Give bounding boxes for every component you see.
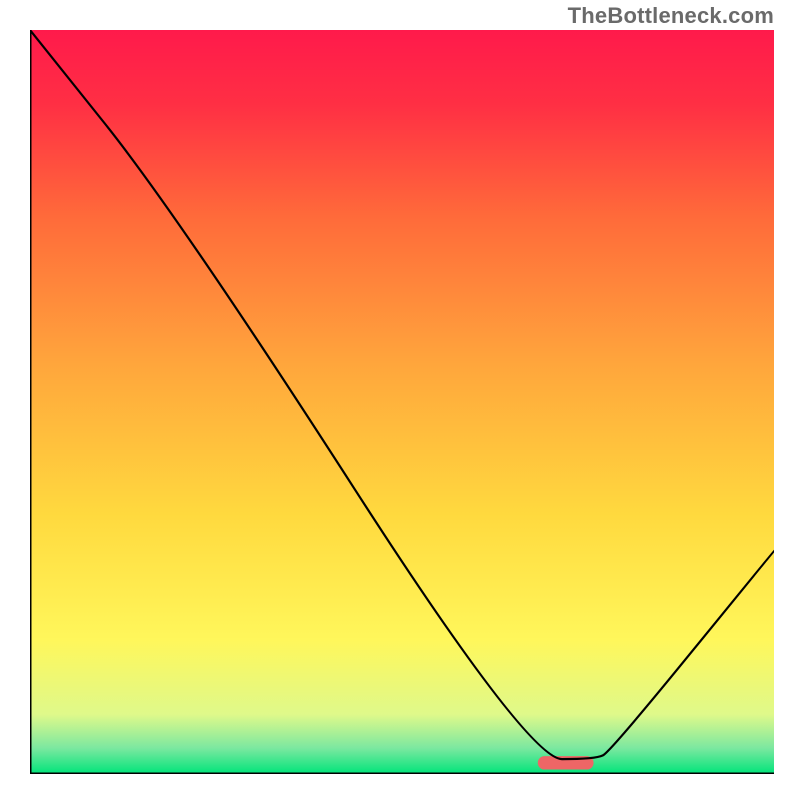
chart-background-gradient bbox=[30, 30, 774, 774]
chart-stage-container: TheBottleneck.com bbox=[0, 0, 800, 800]
watermark-text: TheBottleneck.com bbox=[568, 3, 774, 29]
chart-plot-area bbox=[30, 30, 774, 774]
chart-svg bbox=[30, 30, 774, 774]
